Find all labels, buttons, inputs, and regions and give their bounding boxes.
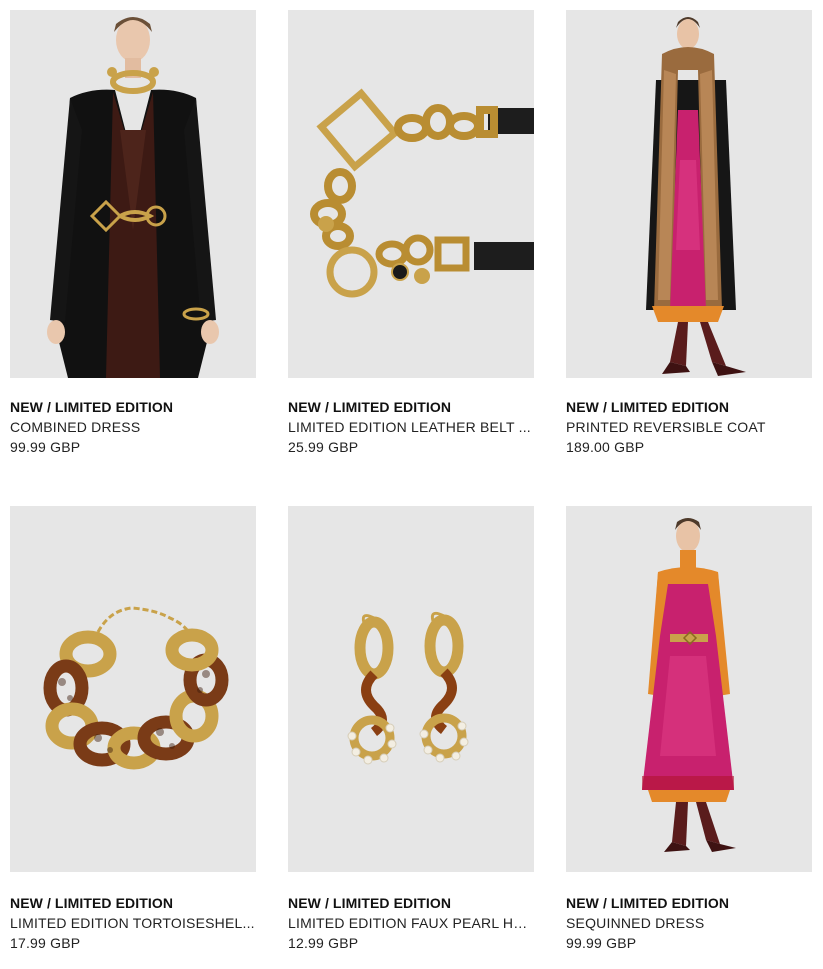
product-tag: NEW / LIMITED EDITION (566, 895, 730, 911)
product-image[interactable] (10, 10, 256, 378)
product-name[interactable]: LIMITED EDITION FAUX PEARL HO... (288, 913, 534, 933)
product-image[interactable] (288, 10, 534, 378)
product-image[interactable] (288, 506, 534, 872)
product-price: 189.00 GBP (566, 439, 645, 455)
product-tag: NEW / LIMITED EDITION (288, 399, 452, 415)
product-meta: NEW / LIMITED EDITION SEQUINNED DRESS 99… (566, 872, 812, 953)
gold-chain-leather-belt-icon (288, 10, 534, 378)
product-card[interactable]: NEW / LIMITED EDITION LIMITED EDITION TO… (10, 506, 256, 953)
product-meta: NEW / LIMITED EDITION PRINTED REVERSIBLE… (566, 378, 812, 457)
product-tag: NEW / LIMITED EDITION (566, 399, 730, 415)
product-meta: NEW / LIMITED EDITION COMBINED DRESS 99.… (10, 378, 256, 457)
product-card[interactable]: NEW / LIMITED EDITION LIMITED EDITION FA… (288, 506, 534, 953)
product-grid: NEW / LIMITED EDITION COMBINED DRESS 99.… (0, 0, 823, 969)
product-image[interactable] (566, 506, 812, 872)
product-tag: NEW / LIMITED EDITION (10, 399, 174, 415)
product-name[interactable]: LIMITED EDITION TORTOISESHEL... (10, 913, 256, 933)
product-name[interactable]: LIMITED EDITION LEATHER BELT ... (288, 417, 534, 437)
product-card[interactable]: NEW / LIMITED EDITION LIMITED EDITION LE… (288, 10, 534, 457)
product-name[interactable]: SEQUINNED DRESS (566, 913, 812, 933)
model-pink-sequin-dress-icon (566, 506, 812, 872)
product-card[interactable]: NEW / LIMITED EDITION PRINTED REVERSIBLE… (566, 10, 812, 457)
product-meta: NEW / LIMITED EDITION LIMITED EDITION TO… (10, 872, 256, 953)
product-meta: NEW / LIMITED EDITION LIMITED EDITION FA… (288, 872, 534, 953)
product-meta: NEW / LIMITED EDITION LIMITED EDITION LE… (288, 378, 534, 457)
faux-pearl-hoop-earrings-icon (288, 506, 534, 872)
product-name[interactable]: COMBINED DRESS (10, 417, 256, 437)
product-price: 17.99 GBP (10, 935, 81, 951)
product-price: 99.99 GBP (10, 439, 81, 455)
product-card[interactable]: NEW / LIMITED EDITION COMBINED DRESS 99.… (10, 10, 256, 457)
product-tag: NEW / LIMITED EDITION (288, 895, 452, 911)
product-tag: NEW / LIMITED EDITION (10, 895, 174, 911)
tortoiseshell-chain-necklace-icon (10, 506, 256, 872)
product-price: 12.99 GBP (288, 935, 359, 951)
product-image[interactable] (10, 506, 256, 872)
product-card[interactable]: NEW / LIMITED EDITION SEQUINNED DRESS 99… (566, 506, 812, 953)
model-black-coat-chain-belt-icon (10, 10, 256, 378)
product-name[interactable]: PRINTED REVERSIBLE COAT (566, 417, 812, 437)
product-price: 99.99 GBP (566, 935, 637, 951)
product-price: 25.99 GBP (288, 439, 359, 455)
model-fur-coat-sequin-dress-icon (566, 10, 812, 378)
product-image[interactable] (566, 10, 812, 378)
